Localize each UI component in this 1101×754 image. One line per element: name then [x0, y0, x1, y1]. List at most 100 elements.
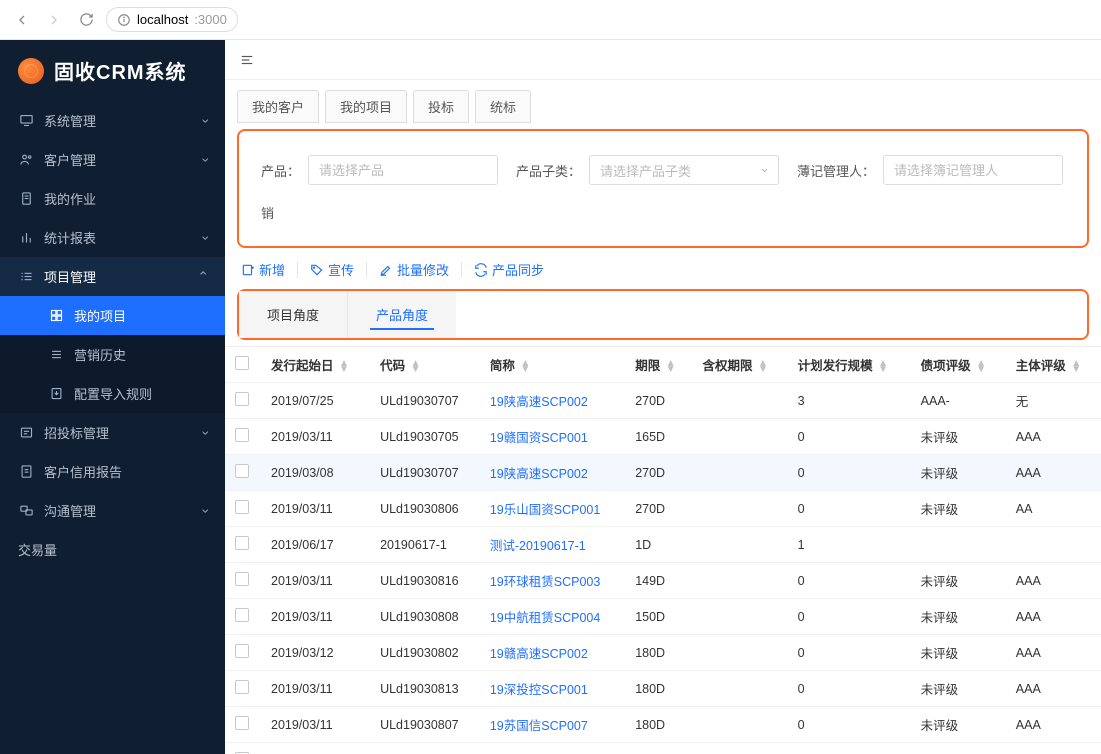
main-tab[interactable]: 统标	[475, 90, 531, 123]
cell-name-link[interactable]: 19中航租赁SCP004	[480, 599, 625, 635]
cell-name-link[interactable]: 19乐山国资SCP001	[480, 491, 625, 527]
cell-issuer: AAA	[1006, 599, 1101, 635]
filter-trailing-label: 销	[261, 203, 274, 222]
promote-button[interactable]: 宣传	[306, 258, 358, 281]
main-tab[interactable]: 我的客户	[237, 90, 319, 123]
table-row[interactable]: 2019/03/08ULd1903070719陕高速SCP002270D0未评级…	[225, 455, 1101, 491]
row-checkbox[interactable]	[235, 680, 249, 694]
add-button[interactable]: 新增	[237, 258, 289, 281]
table-row[interactable]: 2019/03/12ULd1903080219赣高速SCP002180D0未评级…	[225, 635, 1101, 671]
sidebar-item-stats[interactable]: 统计报表	[0, 218, 225, 257]
table-row[interactable]: 2019/03/11ULd1903081019川航空SCP001180D0未评级…	[225, 743, 1101, 754]
sidebar-item-salehist[interactable]: 营销历史	[0, 335, 225, 374]
column-header[interactable]: 主体评级 ▲▼	[1006, 347, 1101, 383]
filter-product-label: 产品：	[261, 161, 300, 180]
cell-term: 165D	[625, 419, 692, 455]
toolbar-sep	[297, 262, 298, 278]
column-header[interactable]: 发行起始日 ▲▼	[261, 347, 370, 383]
filter-product: 产品：	[261, 155, 498, 185]
row-checkbox[interactable]	[235, 572, 249, 586]
sidebar-item-sys[interactable]: 系统管理	[0, 101, 225, 140]
address-bar[interactable]: localhost:3000	[106, 7, 238, 32]
product-input[interactable]	[308, 155, 498, 185]
table-row[interactable]: 2019/07/25ULd1903070719陕高速SCP002270D3AAA…	[225, 383, 1101, 419]
monitor-icon	[18, 113, 34, 129]
tab-product-view[interactable]: 产品角度	[348, 291, 456, 338]
filter-manager-label: 薄记管理人：	[797, 161, 875, 180]
row-checkbox[interactable]	[235, 428, 249, 442]
cell-bond: 未评级	[911, 491, 1006, 527]
sidebar-item-credit[interactable]: 客户信用报告	[0, 452, 225, 491]
cell-plan: 0	[788, 563, 911, 599]
cell-opt	[693, 419, 788, 455]
nav-forward-button[interactable]	[42, 8, 66, 32]
row-checkbox[interactable]	[235, 500, 249, 514]
sort-icon: ▲▼	[976, 361, 986, 373]
column-header[interactable]: 代码 ▲▼	[370, 347, 480, 383]
cell-issuer: AAA	[1006, 635, 1101, 671]
cell-name-link[interactable]: 19陕高速SCP002	[480, 383, 625, 419]
cell-date: 2019/03/11	[261, 707, 370, 743]
sidebar-item-myproj[interactable]: 我的项目	[0, 296, 225, 335]
cell-opt	[693, 455, 788, 491]
cell-plan: 0	[788, 707, 911, 743]
table-row[interactable]: 2019/03/11ULd1903080819中航租赁SCP004150D0未评…	[225, 599, 1101, 635]
table-row[interactable]: 2019/06/1720190617-1测试-20190617-11D1	[225, 527, 1101, 563]
sidebar: 固收CRM系统 系统管理客户管理我的作业统计报表项目管理我的项目营销历史配置导入…	[0, 40, 225, 754]
row-checkbox[interactable]	[235, 464, 249, 478]
info-icon	[117, 13, 131, 27]
cell-plan: 0	[788, 671, 911, 707]
sidebar-item-label: 配置导入规则	[74, 384, 152, 403]
row-checkbox[interactable]	[235, 536, 249, 550]
nav-back-button[interactable]	[10, 8, 34, 32]
row-checkbox[interactable]	[235, 644, 249, 658]
brand-title: 固收CRM系统	[54, 56, 187, 85]
sidebar-item-cust[interactable]: 客户管理	[0, 140, 225, 179]
sidebar-item-vol[interactable]: 交易量	[0, 530, 225, 569]
row-checkbox[interactable]	[235, 392, 249, 406]
cell-name-link[interactable]: 测试-20190617-1	[480, 527, 625, 563]
subtype-select[interactable]: 请选择产品子类	[589, 155, 779, 185]
tab-project-view[interactable]: 项目角度	[239, 291, 348, 338]
cell-date: 2019/03/08	[261, 455, 370, 491]
sidebar-item-importrules[interactable]: 配置导入规则	[0, 374, 225, 413]
table-row[interactable]: 2019/03/11ULd1903070519赣国资SCP001165D0未评级…	[225, 419, 1101, 455]
manager-input[interactable]	[883, 155, 1063, 185]
sidebar-item-proj[interactable]: 项目管理	[0, 257, 225, 296]
cell-name-link[interactable]: 19川航空SCP001	[480, 743, 625, 754]
cell-term: 149D	[625, 563, 692, 599]
select-all-checkbox[interactable]	[235, 356, 249, 370]
cell-plan: 0	[788, 419, 911, 455]
sidebar-submenu-proj: 我的项目营销历史配置导入规则	[0, 296, 225, 413]
batch-edit-button[interactable]: 批量修改	[375, 258, 453, 281]
column-header[interactable]: 债项评级 ▲▼	[911, 347, 1006, 383]
row-checkbox[interactable]	[235, 716, 249, 730]
column-header[interactable]: 计划发行规模 ▲▼	[788, 347, 911, 383]
main-tab[interactable]: 投标	[413, 90, 469, 123]
column-header[interactable]: 简称 ▲▼	[480, 347, 625, 383]
table-wrap[interactable]: 发行起始日 ▲▼代码 ▲▼简称 ▲▼期限 ▲▼含权期限 ▲▼计划发行规模 ▲▼债…	[225, 346, 1101, 754]
column-header[interactable]: 含权期限 ▲▼	[693, 347, 788, 383]
row-checkbox[interactable]	[235, 608, 249, 622]
table-row[interactable]: 2019/03/11ULd1903081319深投控SCP001180D0未评级…	[225, 671, 1101, 707]
cell-name-link[interactable]: 19赣国资SCP001	[480, 419, 625, 455]
table-row[interactable]: 2019/03/11ULd1903081619环球租赁SCP003149D0未评…	[225, 563, 1101, 599]
nav-reload-button[interactable]	[74, 8, 98, 32]
cell-name-link[interactable]: 19环球租赁SCP003	[480, 563, 625, 599]
sidebar-item-comm[interactable]: 沟通管理	[0, 491, 225, 530]
lines-icon	[48, 347, 64, 363]
cell-name-link[interactable]: 19深投控SCP001	[480, 671, 625, 707]
cell-name-link[interactable]: 19赣高速SCP002	[480, 635, 625, 671]
column-header[interactable]: 期限 ▲▼	[625, 347, 692, 383]
cell-name-link[interactable]: 19陕高速SCP002	[480, 455, 625, 491]
toolbar: 新增 宣传 批量修改 产品同步	[225, 258, 1101, 289]
sidebar-item-bid[interactable]: 招投标管理	[0, 413, 225, 452]
sidebar-item-mywork[interactable]: 我的作业	[0, 179, 225, 218]
sidebar-collapse-button[interactable]	[237, 50, 257, 70]
main-tab[interactable]: 我的项目	[325, 90, 407, 123]
table-row[interactable]: 2019/03/11ULd1903080719苏国信SCP007180D0未评级…	[225, 707, 1101, 743]
sidebar-item-label: 统计报表	[44, 228, 96, 247]
table-row[interactable]: 2019/03/11ULd1903080619乐山国资SCP001270D0未评…	[225, 491, 1101, 527]
sync-button[interactable]: 产品同步	[470, 258, 548, 281]
cell-name-link[interactable]: 19苏国信SCP007	[480, 707, 625, 743]
